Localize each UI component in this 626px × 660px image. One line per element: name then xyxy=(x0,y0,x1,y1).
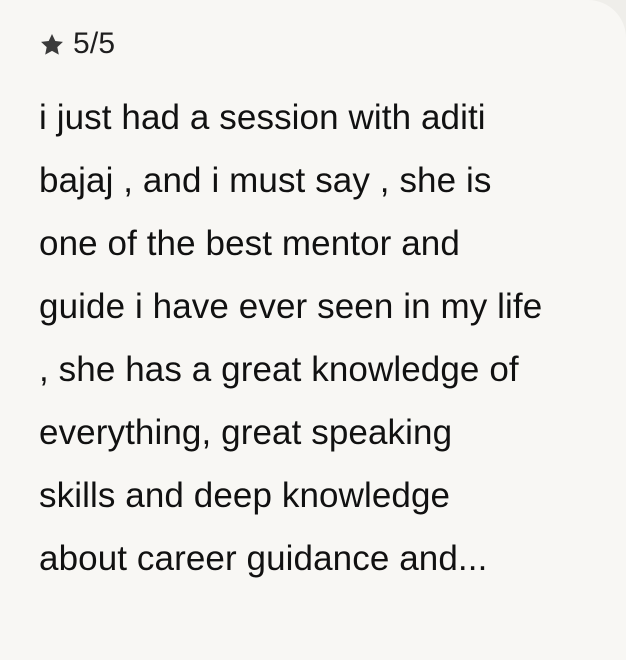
review-line: skills and deep knowledge xyxy=(39,476,451,515)
rating-row: 5/5 xyxy=(39,26,115,62)
review-text: i just had a session with aditi bajaj , … xyxy=(39,86,599,590)
star-icon xyxy=(39,32,65,58)
review-line: one of the best mentor and xyxy=(39,224,460,263)
review-line: bajaj , and i must say , she is xyxy=(39,161,492,200)
review-line: guide i have ever seen in my life xyxy=(39,287,543,326)
review-card: 5/5 i just had a session with aditi baja… xyxy=(0,0,626,660)
rating-value: 5/5 xyxy=(73,27,116,60)
review-line: i just had a session with aditi xyxy=(39,98,486,137)
review-line: everything, great speaking xyxy=(39,413,453,452)
review-line: , she has a great knowledge of xyxy=(39,350,519,389)
review-line: about career guidance and... xyxy=(39,539,488,578)
